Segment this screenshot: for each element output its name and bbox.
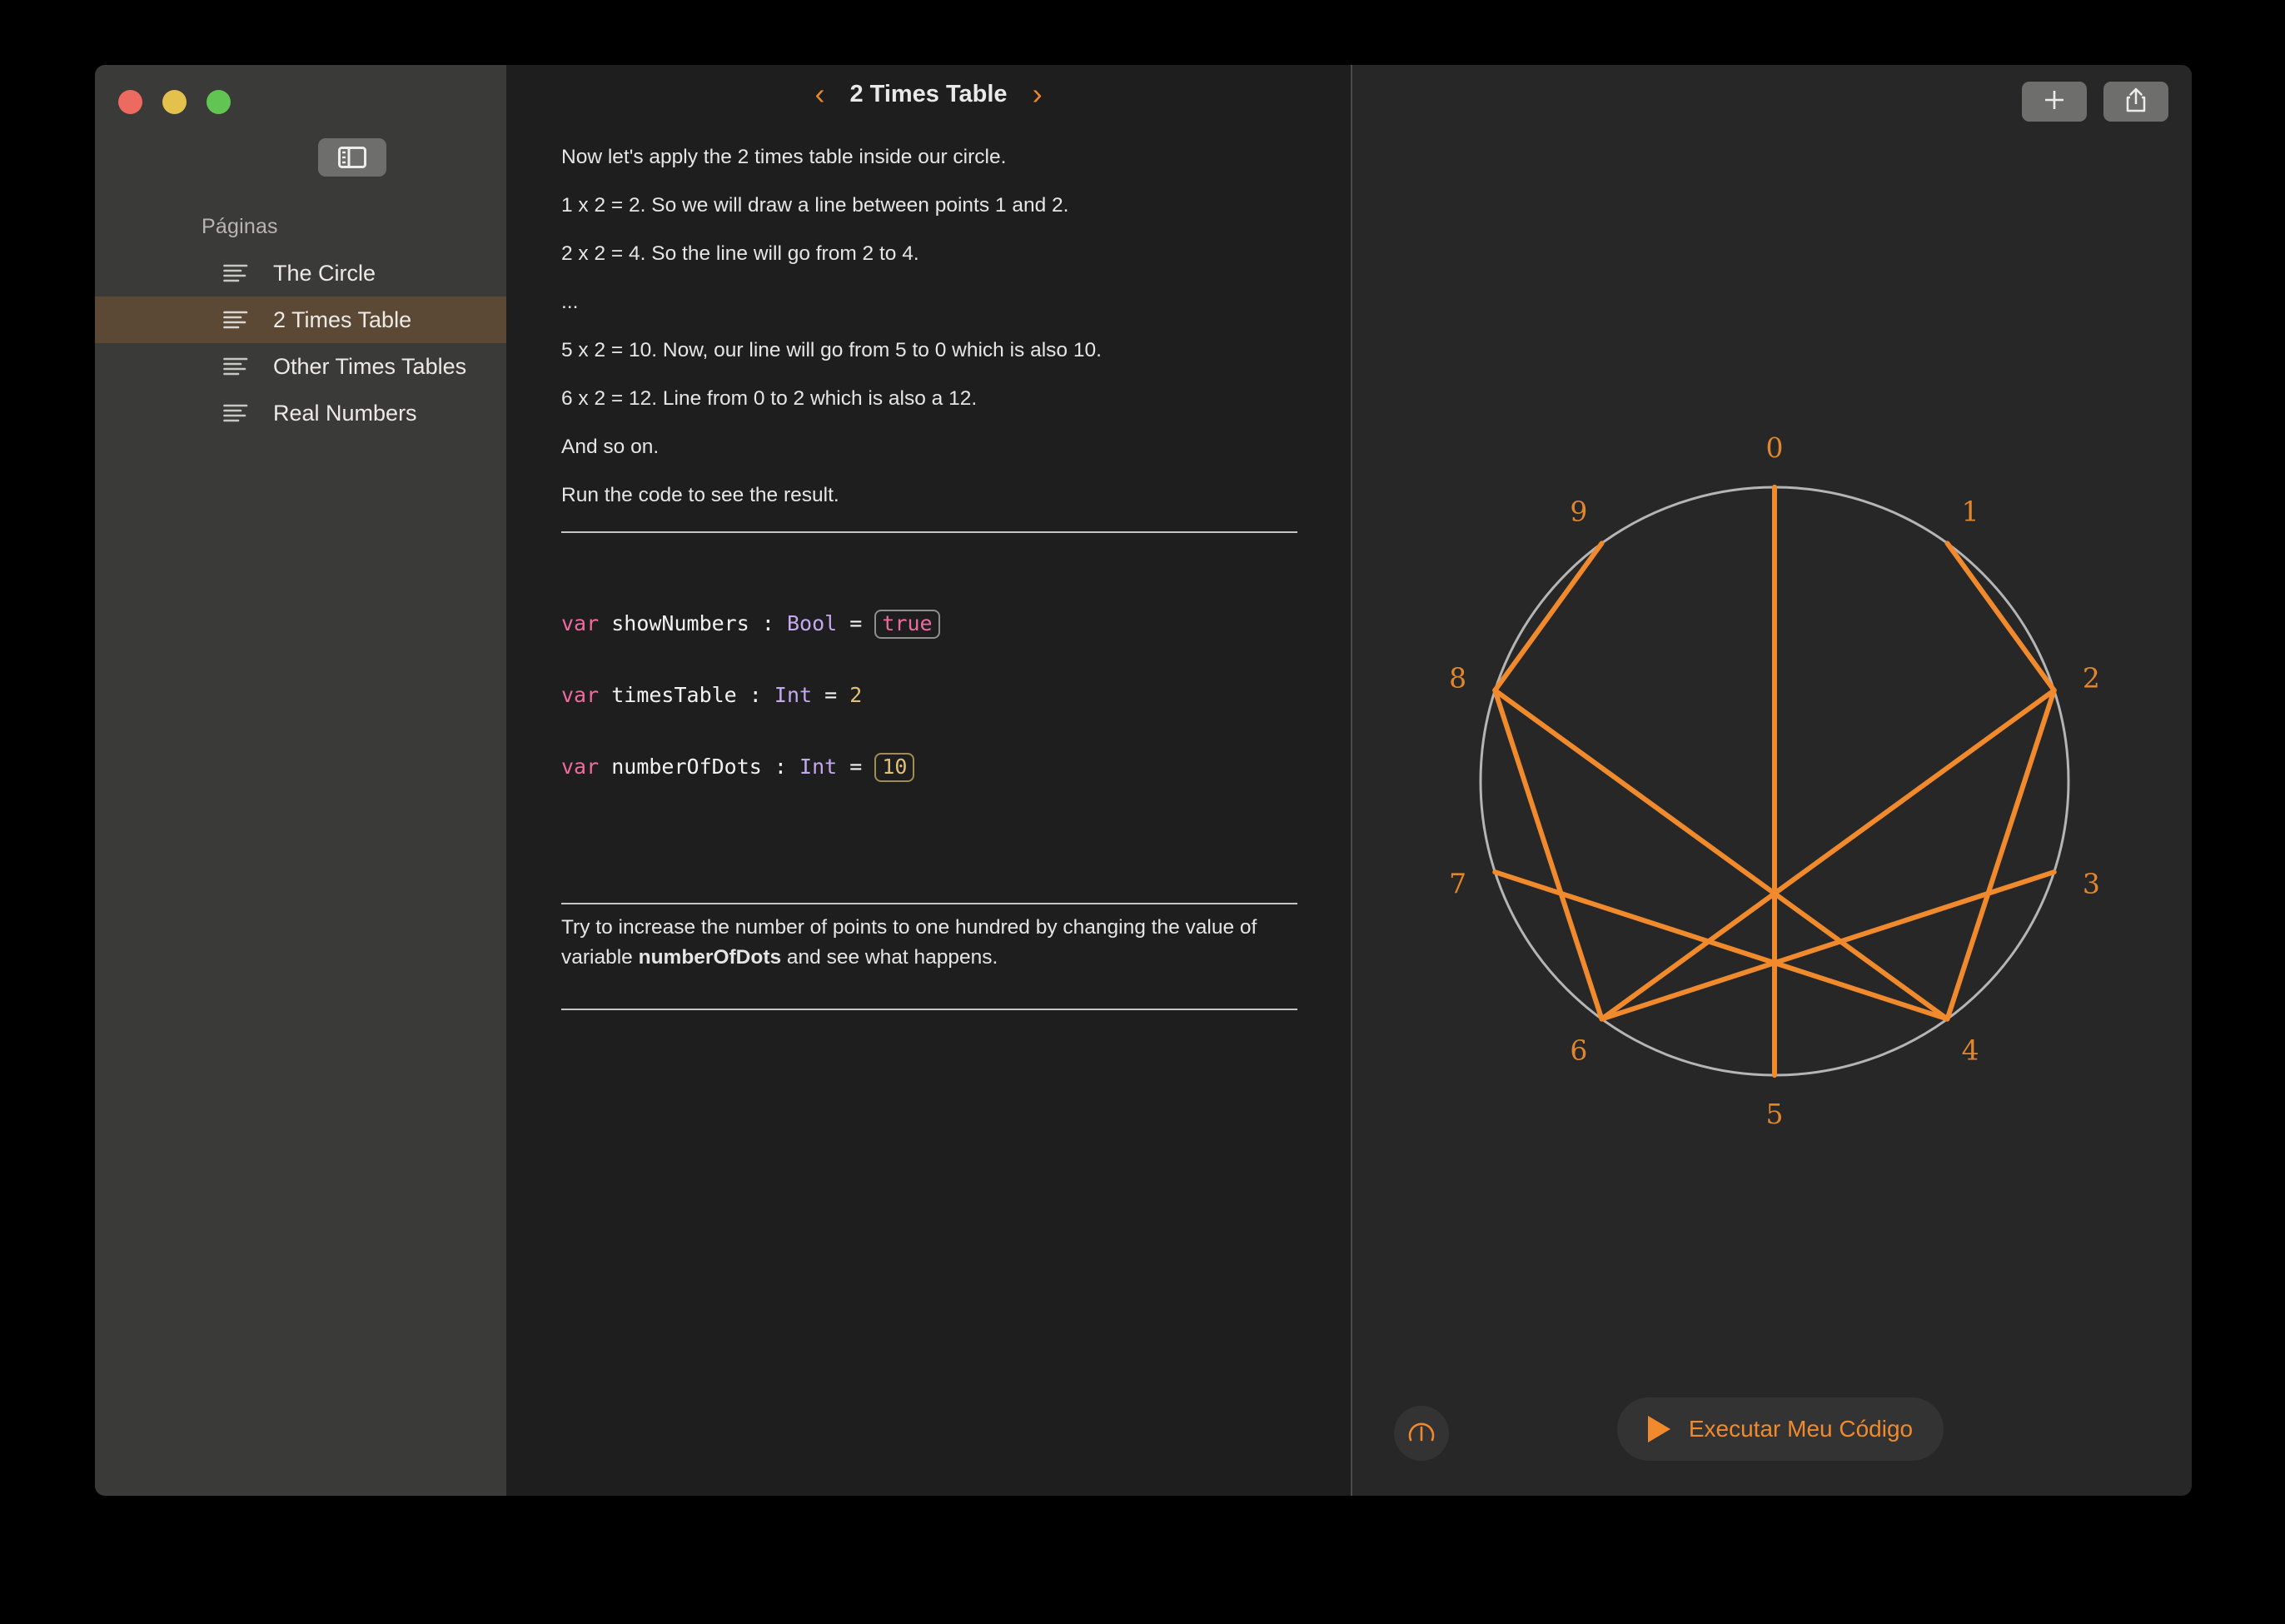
point-label: 1 bbox=[1962, 495, 1979, 527]
code-identifier: numberOfDots bbox=[611, 754, 762, 779]
code-type: Bool bbox=[786, 610, 838, 635]
text-lines-icon bbox=[223, 403, 251, 423]
content-pane: ‹ 2 Times Table › Now let's apply the 2 … bbox=[506, 65, 1352, 1496]
code-keyword: var bbox=[561, 754, 600, 779]
code-colon: : bbox=[774, 754, 787, 779]
code-identifier: showNumbers bbox=[611, 610, 749, 635]
zoom-button[interactable] bbox=[207, 89, 231, 114]
times-table-circle-visualization: 0 1 2 3 4 5 6 7 8 9 bbox=[1449, 431, 2100, 1130]
code-equals: = bbox=[849, 610, 863, 635]
play-icon bbox=[1647, 1416, 1670, 1442]
point-label: 2 bbox=[2083, 661, 2100, 694]
code-colon: : bbox=[749, 682, 762, 707]
code-line: var timesTable : Int = 2 bbox=[561, 677, 1297, 713]
paragraph: ... bbox=[561, 291, 579, 314]
divider bbox=[561, 1009, 1297, 1010]
content-header: ‹ 2 Times Table › bbox=[506, 65, 1351, 123]
sidebar-item-the-circle[interactable]: The Circle bbox=[95, 250, 506, 296]
chord-line bbox=[1944, 541, 2057, 693]
code-value-number[interactable]: 2 bbox=[849, 683, 862, 707]
hint-text: Try to increase the number of points to … bbox=[561, 904, 1297, 988]
sidebar-toggle-icon bbox=[338, 147, 366, 168]
code-keyword: var bbox=[561, 610, 600, 635]
code-colon: : bbox=[761, 610, 774, 635]
live-view-pane: 0 1 2 3 4 5 6 7 8 9 Executar Meu Código bbox=[1352, 65, 2192, 1496]
sidebar-item-label: The Circle bbox=[273, 260, 376, 286]
code-editor[interactable]: var showNumbers : Bool = true var timesT… bbox=[561, 570, 1297, 856]
sidebar-item-other-times-tables[interactable]: Other Times Tables bbox=[95, 343, 506, 390]
content-body: Now let's apply the 2 times table inside… bbox=[506, 123, 1351, 1010]
paragraph: 2 x 2 = 4. So the line will go from 2 to… bbox=[561, 242, 919, 266]
window-traffic-lights bbox=[107, 77, 231, 127]
text-lines-icon bbox=[223, 356, 251, 376]
minimize-button[interactable] bbox=[162, 89, 187, 114]
code-equals: = bbox=[849, 754, 863, 779]
code-keyword: var bbox=[561, 682, 600, 707]
sidebar-item-2-times-table[interactable]: 2 Times Table bbox=[95, 296, 506, 343]
code-line: var numberOfDots : Int = 10 bbox=[561, 749, 1297, 785]
hint-bold: numberOfDots bbox=[638, 946, 782, 969]
sidebar-item-label: Other Times Tables bbox=[273, 353, 467, 379]
chord-line bbox=[1599, 869, 2057, 1022]
point-label: 9 bbox=[1570, 495, 1587, 527]
chord-line bbox=[1492, 687, 1950, 1022]
point-label: 5 bbox=[1766, 1098, 1784, 1130]
code-value-bool-chip[interactable]: true bbox=[874, 609, 940, 639]
hint-after: and see what happens. bbox=[781, 946, 998, 969]
code-type: Int bbox=[799, 754, 838, 779]
text-lines-icon bbox=[223, 263, 251, 283]
hint-section: Try to increase the number of points to … bbox=[561, 902, 1297, 1010]
code-value-number-chip[interactable]: 10 bbox=[874, 752, 915, 782]
next-page-button[interactable]: › bbox=[1029, 79, 1046, 109]
page-list: The Circle 2 Times Table Other Times Tab… bbox=[95, 250, 506, 436]
chord-line bbox=[1599, 687, 2057, 1022]
paragraph: And so on. bbox=[561, 436, 660, 459]
code-line: var showNumbers : Bool = true bbox=[561, 605, 1297, 641]
point-label: 6 bbox=[1570, 1034, 1587, 1067]
point-label: 8 bbox=[1449, 661, 1466, 694]
close-button[interactable] bbox=[118, 89, 142, 114]
page-title: 2 Times Table bbox=[849, 80, 1008, 107]
speedometer-icon bbox=[1405, 1415, 1438, 1452]
point-label: 3 bbox=[2083, 868, 2100, 900]
code-type: Int bbox=[774, 682, 813, 707]
code-identifier: timesTable bbox=[611, 682, 737, 707]
prev-page-button[interactable]: ‹ bbox=[811, 79, 828, 109]
speed-button[interactable] bbox=[1394, 1406, 1449, 1461]
paragraph: 1 x 2 = 2. So we will draw a line betwee… bbox=[561, 194, 1069, 217]
paragraph: 6 x 2 = 12. Line from 0 to 2 which is al… bbox=[561, 387, 978, 411]
sidebar: Páginas The Circle 2 Times Table Other T… bbox=[95, 65, 506, 1496]
point-label: 0 bbox=[1766, 431, 1784, 464]
run-my-code-button[interactable]: Executar Meu Código bbox=[1617, 1397, 1944, 1461]
app-window: Páginas The Circle 2 Times Table Other T… bbox=[95, 65, 2192, 1496]
sidebar-toggle-button[interactable] bbox=[318, 138, 386, 177]
live-view-bottom-bar: Executar Meu Código bbox=[1352, 1371, 2192, 1496]
point-label: 4 bbox=[1962, 1034, 1979, 1067]
paragraph: Run the code to see the result. bbox=[561, 484, 839, 507]
run-button-label: Executar Meu Código bbox=[1688, 1416, 1914, 1442]
paragraph: 5 x 2 = 10. Now, our line will go from 5… bbox=[561, 339, 1102, 362]
point-label: 7 bbox=[1449, 868, 1466, 900]
code-equals: = bbox=[824, 682, 838, 707]
chord-line bbox=[1492, 541, 1605, 693]
sidebar-section-label: Páginas bbox=[202, 215, 278, 238]
sidebar-item-label: Real Numbers bbox=[273, 400, 417, 426]
divider bbox=[561, 531, 1297, 533]
paragraph: Now let's apply the 2 times table inside… bbox=[561, 146, 1007, 168]
sidebar-item-label: 2 Times Table bbox=[273, 306, 412, 332]
sidebar-item-real-numbers[interactable]: Real Numbers bbox=[95, 390, 506, 436]
text-lines-icon bbox=[223, 310, 251, 330]
